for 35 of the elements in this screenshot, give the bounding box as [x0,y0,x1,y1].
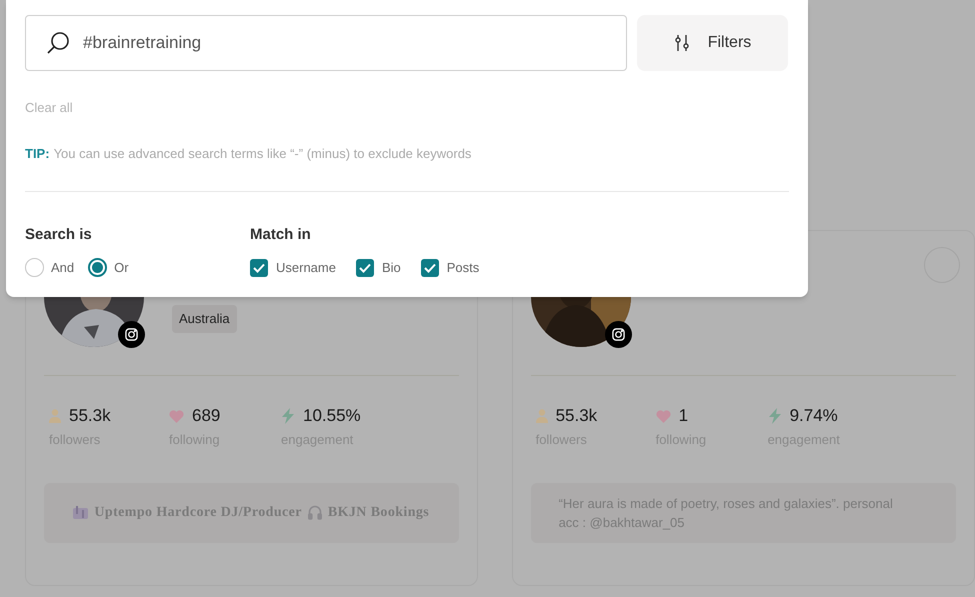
bolt-icon [768,408,782,424]
heart-icon [169,410,184,422]
stat-value: 55.3k [556,406,598,426]
search-is-title: Search is [25,224,93,244]
stat-value: 10.55% [303,406,361,426]
stat-value: 1 [678,406,688,426]
person-icon [49,409,61,423]
sliders-icon [674,34,690,52]
checkbox-option[interactable]: Username [250,258,336,278]
tip-text: You can use advanced search terms like “-” (minus) to exclude keywords [54,145,472,163]
radio-option[interactable]: And [25,258,74,278]
checkbox[interactable] [250,258,268,277]
tip-label: TIP: [25,145,50,163]
match-in-title: Match in [250,224,312,244]
mixer-icon [73,506,88,520]
stat-value: 9.74% [790,406,838,426]
camera-icon [612,328,625,341]
search-icon [46,31,70,55]
checkbox-option[interactable]: Bio [356,258,401,278]
radio-button[interactable] [88,258,108,278]
heart-icon [656,410,671,422]
radio-option[interactable]: Or [88,258,129,278]
bolt-icon [281,408,295,424]
checkbox[interactable] [356,258,374,277]
headphones-icon [308,505,322,520]
stat-value: 689 [192,406,220,426]
person-icon [536,409,548,423]
camera-icon [125,328,138,341]
stat-value: 55.3k [69,406,111,426]
radio-button[interactable] [25,258,44,278]
checkbox[interactable] [420,258,439,277]
country-tag: Australia [172,305,237,332]
checkbox-option[interactable]: Posts [420,258,480,278]
filters-button[interactable]: Filters [637,15,788,71]
search-field[interactable]: #brainretraining [25,15,627,71]
